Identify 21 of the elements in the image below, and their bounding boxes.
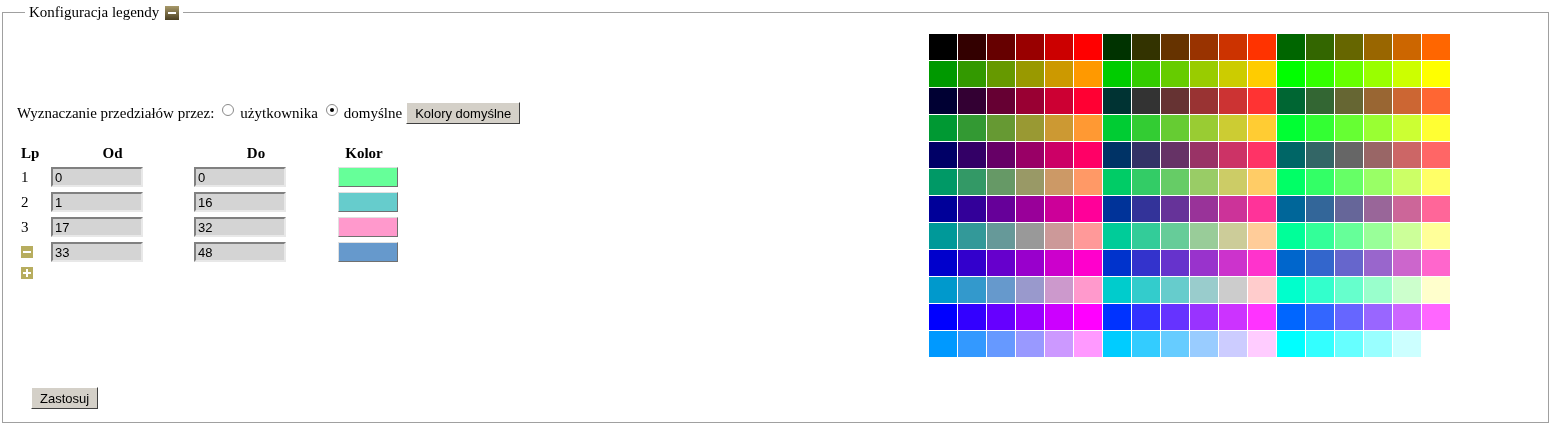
radio-option[interactable]: domyślne (325, 104, 403, 122)
to-field[interactable]: 48 (194, 242, 286, 262)
from-field[interactable]: 33 (51, 242, 143, 262)
to-field[interactable]: 32 (194, 217, 286, 237)
radio-option[interactable]: użytkownika (222, 104, 318, 122)
default-colors-button[interactable]: Kolory domyślne (406, 102, 521, 124)
from-field[interactable]: 1 (51, 192, 143, 212)
column-header: Lp (21, 145, 41, 162)
row-number: 3 (21, 218, 30, 236)
column-header: Kolor (344, 145, 384, 162)
to-field[interactable]: 0 (194, 167, 286, 187)
to-field[interactable]: 16 (194, 192, 286, 212)
column-header: Do (245, 145, 267, 162)
column-header: Od (101, 145, 124, 162)
apply-button[interactable]: Zastosuj (31, 387, 99, 409)
from-field[interactable]: 17 (51, 217, 143, 237)
row-number: 2 (21, 193, 30, 211)
section-title: Konfiguracja legendy (29, 4, 160, 21)
mode-label: Wyznaczanie przedziałów przez: (17, 104, 215, 122)
row-number: 1 (21, 168, 30, 186)
from-field[interactable]: 0 (51, 167, 143, 187)
